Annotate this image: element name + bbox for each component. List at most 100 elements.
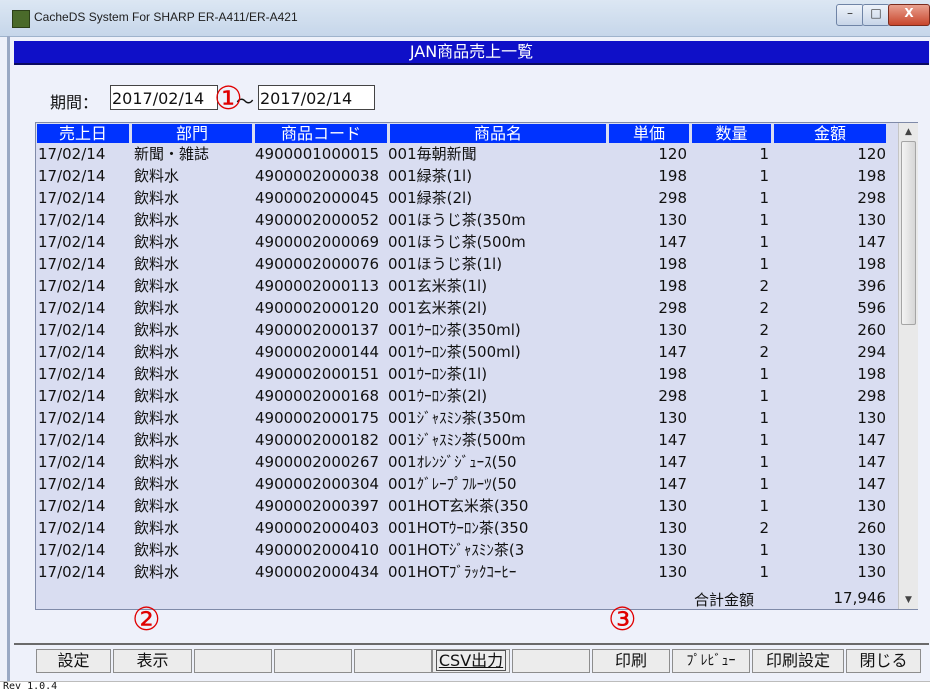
minimize-button[interactable]: –: [836, 4, 864, 26]
empty-function-button-2[interactable]: [274, 649, 352, 673]
csv-export-button[interactable]: CSV出力: [432, 649, 510, 673]
table-row[interactable]: 17/02/14 飲料水 4900002000151 001ｳｰﾛﾝ茶(1l) 198 1…: [36, 363, 898, 385]
cell-name: 001ほうじ茶(350m: [388, 211, 526, 229]
cell-code: 4900001000015: [255, 145, 380, 163]
table-row[interactable]: 17/02/14 飲料水 4900002000144 001ｳｰﾛﾝ茶(500ml) 1…: [36, 341, 898, 363]
cell-amount: 120: [857, 145, 886, 163]
table-row[interactable]: 17/02/14 飲料水 4900002000052 001ほうじ茶(350m 130 1…: [36, 209, 898, 231]
col-header-code[interactable]: 商品コード: [255, 124, 387, 143]
vertical-scrollbar[interactable]: ▲ ▼: [898, 123, 918, 609]
cell-name: 001玄米茶(2l): [388, 299, 488, 317]
cell-qty: 2: [759, 343, 769, 361]
empty-function-button-4[interactable]: [512, 649, 590, 673]
cell-dept: 飲料水: [134, 497, 180, 515]
cell-dept: 飲料水: [134, 365, 180, 383]
cell-qty: 2: [759, 321, 769, 339]
cell-price: 147: [658, 233, 687, 251]
cell-qty: 1: [759, 431, 769, 449]
print-settings-button[interactable]: 印刷設定: [752, 649, 844, 673]
cell-date: 17/02/14: [38, 167, 106, 185]
cell-qty: 1: [759, 167, 769, 185]
close-button[interactable]: 閉じる: [846, 649, 921, 673]
cell-dept: 飲料水: [134, 343, 180, 361]
table-row[interactable]: 17/02/14 飲料水 4900002000113 001玄米茶(1l) 198 2 39…: [36, 275, 898, 297]
cell-amount: 198: [857, 365, 886, 383]
cell-name: 001HOTﾌﾞﾗｯｸｺｰﾋｰ: [388, 563, 517, 581]
cell-dept: 飲料水: [134, 189, 180, 207]
print-preview-button[interactable]: ﾌﾟﾚﾋﾞｭｰ: [672, 649, 750, 673]
settings-button[interactable]: 設定: [36, 649, 111, 673]
table-row[interactable]: 17/02/14 飲料水 4900002000403 001HOTｳｰﾛﾝ茶(350 1…: [36, 517, 898, 539]
cell-price: 130: [658, 563, 687, 581]
table-row[interactable]: 17/02/14 飲料水 4900002000045 001緑茶(2l) 298 1 298: [36, 187, 898, 209]
cell-qty: 1: [759, 475, 769, 493]
table-row[interactable]: 17/02/14 飲料水 4900002000397 001HOT玄米茶(350 130…: [36, 495, 898, 517]
cell-date: 17/02/14: [38, 189, 106, 207]
empty-function-button-3[interactable]: [354, 649, 432, 673]
scroll-down-arrow-icon[interactable]: ▼: [899, 591, 918, 609]
cell-code: 4900002000144: [255, 343, 380, 361]
cell-price: 130: [658, 519, 687, 537]
cell-dept: 新聞・雑誌: [134, 145, 210, 163]
scroll-thumb[interactable]: [901, 141, 916, 325]
table-row[interactable]: 17/02/14 飲料水 4900002000076 001ほうじ茶(1l) 198 1 1…: [36, 253, 898, 275]
cell-amount: 147: [857, 475, 886, 493]
sales-table[interactable]: 売上日 部門 商品コード 商品名 単価 数量 金額 17/02/14 新聞・雑誌 4…: [35, 122, 918, 610]
cell-qty: 1: [759, 189, 769, 207]
cell-date: 17/02/14: [38, 299, 106, 317]
period-label: 期間：: [50, 93, 99, 112]
table-row[interactable]: 17/02/14 飲料水 4900002000267 001ｵﾚﾝｼﾞｼﾞｭｰｽ(50…: [36, 451, 898, 473]
cell-amount: 396: [857, 277, 886, 295]
minimize-icon: –: [847, 6, 853, 20]
cell-price: 130: [658, 211, 687, 229]
col-header-date[interactable]: 売上日: [37, 124, 129, 143]
col-header-amount[interactable]: 金額: [774, 124, 886, 143]
close-window-button[interactable]: X: [888, 4, 930, 26]
cell-code: 4900002000069: [255, 233, 380, 251]
cell-price: 198: [658, 277, 687, 295]
title-bar[interactable]: CacheDS System For SHARP ER-A411/ER-A421…: [0, 0, 930, 37]
table-row[interactable]: 17/02/14 飲料水 4900002000304 001ｸﾞﾚｰﾌﾟﾌﾙｰﾂ(50…: [36, 473, 898, 495]
cell-code: 4900002000175: [255, 409, 380, 427]
table-row[interactable]: 17/02/14 飲料水 4900002000182 001ｼﾞｬｽﾐﾝ茶(500m 1…: [36, 429, 898, 451]
header-divider: [14, 63, 929, 65]
display-button[interactable]: 表示: [113, 649, 192, 673]
col-header-price[interactable]: 単価: [609, 124, 689, 143]
cell-dept: 飲料水: [134, 563, 180, 581]
cell-dept: 飲料水: [134, 387, 180, 405]
cell-date: 17/02/14: [38, 277, 106, 295]
cell-qty: 1: [759, 365, 769, 383]
cell-price: 130: [658, 541, 687, 559]
cell-name: 001ｸﾞﾚｰﾌﾟﾌﾙｰﾂ(50: [388, 475, 517, 493]
maximize-button[interactable]: □: [862, 4, 890, 26]
table-row[interactable]: 17/02/14 飲料水 4900002000137 001ｳｰﾛﾝ茶(350ml) 1…: [36, 319, 898, 341]
table-row[interactable]: 17/02/14 飲料水 4900002000410 001HOTｼﾞｬｽﾐﾝ茶(3 1…: [36, 539, 898, 561]
table-row[interactable]: 17/02/14 飲料水 4900002000069 001ほうじ茶(500m 147 1…: [36, 231, 898, 253]
date-from-input[interactable]: 2017/02/14: [110, 85, 218, 110]
cell-amount: 147: [857, 431, 886, 449]
empty-function-button-1[interactable]: [194, 649, 272, 673]
print-button[interactable]: 印刷: [592, 649, 670, 673]
cell-name: 001ほうじ茶(500m: [388, 233, 526, 251]
cell-price: 147: [658, 453, 687, 471]
table-row[interactable]: 17/02/14 飲料水 4900002000120 001玄米茶(2l) 298 2 59…: [36, 297, 898, 319]
cell-amount: 260: [857, 321, 886, 339]
cell-price: 198: [658, 365, 687, 383]
cell-code: 4900002000052: [255, 211, 380, 229]
cell-date: 17/02/14: [38, 541, 106, 559]
col-header-dept[interactable]: 部門: [132, 124, 252, 143]
cell-date: 17/02/14: [38, 497, 106, 515]
scroll-up-arrow-icon[interactable]: ▲: [899, 123, 918, 141]
table-row[interactable]: 17/02/14 新聞・雑誌 4900001000015 001毎朝新聞 120 1 120: [36, 143, 898, 165]
cell-dept: 飲料水: [134, 475, 180, 493]
cell-amount: 147: [857, 453, 886, 471]
table-row[interactable]: 17/02/14 飲料水 4900002000168 001ｳｰﾛﾝ茶(2l) 298 1…: [36, 385, 898, 407]
col-header-name[interactable]: 商品名: [390, 124, 606, 143]
table-row[interactable]: 17/02/14 飲料水 4900002000175 001ｼﾞｬｽﾐﾝ茶(350m 1…: [36, 407, 898, 429]
cell-name: 001ｼﾞｬｽﾐﾝ茶(500m: [388, 431, 526, 449]
table-row[interactable]: 17/02/14 飲料水 4900002000434 001HOTﾌﾞﾗｯｸｺｰﾋｰ 1…: [36, 561, 898, 583]
date-to-input[interactable]: 2017/02/14: [258, 85, 375, 110]
table-row[interactable]: 17/02/14 飲料水 4900002000038 001緑茶(1l) 198 1 198: [36, 165, 898, 187]
cell-qty: 2: [759, 299, 769, 317]
col-header-qty[interactable]: 数量: [692, 124, 771, 143]
